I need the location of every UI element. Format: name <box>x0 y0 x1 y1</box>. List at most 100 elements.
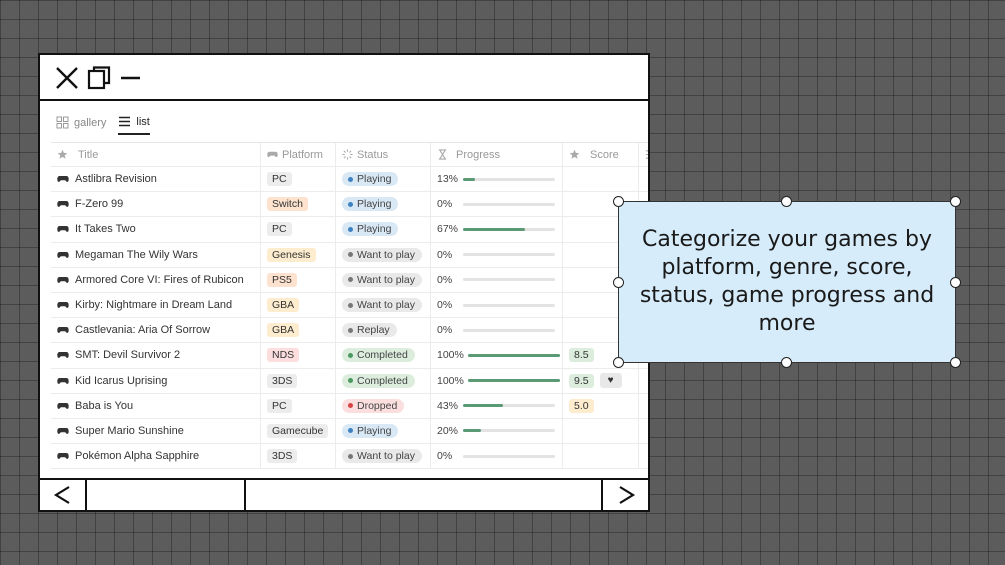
platform-cell[interactable]: 3DS <box>261 444 336 469</box>
title-cell[interactable]: F-Zero 99 <box>51 192 261 217</box>
platform-cell[interactable]: PS5 <box>261 267 336 292</box>
platform-cell[interactable]: 3DS <box>261 368 336 393</box>
status-cell[interactable]: Playing <box>336 167 431 192</box>
status-dot <box>348 327 353 333</box>
score-cell[interactable] <box>563 418 639 444</box>
status-cell[interactable]: Want to play <box>336 267 431 292</box>
prev-page-button[interactable] <box>40 480 87 510</box>
resize-handle[interactable] <box>613 357 624 368</box>
gamepad-icon <box>57 402 69 409</box>
table-row[interactable]: Kirby: Nightmare in Dream Land GBA Want to… <box>51 292 648 319</box>
table-row[interactable]: F-Zero 99 Switch Playing 0% <box>51 192 648 218</box>
progress-cell[interactable]: 20% <box>431 418 563 444</box>
platform-cell[interactable]: Genesis <box>261 242 336 267</box>
table-row[interactable]: Baba is You PC Dropped 43% 5.0 <box>51 393 648 419</box>
progress-cell[interactable]: 67% <box>431 217 563 242</box>
gamepad-icon <box>267 151 278 158</box>
status-cell[interactable]: Dropped <box>336 393 431 418</box>
title-cell[interactable]: Kid Icarus Uprising <box>51 368 261 393</box>
score-cell[interactable] <box>563 167 639 192</box>
title-cell[interactable]: Baba is You <box>51 393 261 418</box>
table-row[interactable]: Kid Icarus Uprising 3DS Completed 100% 9.5 ♥ <box>51 368 648 394</box>
title-cell[interactable]: Kirby: Nightmare in Dream Land <box>51 292 261 318</box>
status-cell[interactable]: Want to play <box>336 292 431 318</box>
platform-cell[interactable]: PC <box>261 393 336 418</box>
restore-icon[interactable] <box>86 65 112 91</box>
status-cell[interactable]: Want to play <box>336 444 431 469</box>
title-cell[interactable]: Super Mario Sunshine <box>51 418 261 444</box>
progress-cell[interactable]: 0% <box>431 192 563 217</box>
table-row[interactable]: SMT: Devil Survivor 2 NDS Completed 100% 8.5 <box>51 343 648 369</box>
status-cell[interactable]: Playing <box>336 192 431 217</box>
progress-cell[interactable]: 0% <box>431 242 563 267</box>
gamepad-icon <box>57 226 69 233</box>
title-cell[interactable]: Astlibra Revision <box>51 167 261 192</box>
platform-cell[interactable]: PC <box>261 217 336 242</box>
progress-cell[interactable]: 13% <box>431 167 563 192</box>
title-cell[interactable]: Pokémon Alpha Sapphire <box>51 444 261 469</box>
status-cell[interactable]: Want to play <box>336 242 431 267</box>
platform-cell[interactable]: Switch <box>261 192 336 217</box>
view-tab-gallery[interactable]: gallery <box>56 115 106 135</box>
progress-cell[interactable]: 43% <box>431 393 563 418</box>
minimize-icon[interactable] <box>118 65 144 91</box>
resize-handle[interactable] <box>950 277 961 288</box>
view-tabs: gallery list <box>56 115 150 135</box>
table-row[interactable]: Super Mario Sunshine Gamecube Playing 20% <box>51 418 648 445</box>
resize-handle[interactable] <box>613 196 624 207</box>
progress-cell[interactable]: 100% <box>431 368 563 393</box>
platform-cell[interactable]: PC <box>261 167 336 192</box>
gamepad-icon <box>57 176 69 183</box>
view-tab-list[interactable]: list <box>118 115 150 135</box>
games-table: Title Platform Status Progress Score Ast… <box>51 142 648 470</box>
progress-cell[interactable]: 0% <box>431 267 563 292</box>
status-cell[interactable]: Playing <box>336 217 431 242</box>
title-cell[interactable]: Armored Core VI: Fires of Rubicon <box>51 267 261 292</box>
resize-handle[interactable] <box>950 357 961 368</box>
score-badge: 8.5 <box>569 348 594 363</box>
resize-handle[interactable] <box>950 196 961 207</box>
status-cell[interactable]: Completed <box>336 368 431 393</box>
progress-cell[interactable]: 0% <box>431 444 563 469</box>
table-row[interactable]: Pokémon Alpha Sapphire 3DS Want to play 0% <box>51 444 648 470</box>
column-header-score[interactable]: Score <box>563 143 639 166</box>
title-cell[interactable]: SMT: Devil Survivor 2 <box>51 343 261 368</box>
score-cell[interactable]: 9.5 ♥ <box>563 368 639 393</box>
platform-cell[interactable]: NDS <box>261 343 336 368</box>
callout-textbox[interactable]: Categorize your games by platform, genre… <box>618 201 956 363</box>
title-cell[interactable]: It Takes Two <box>51 217 261 242</box>
table-row[interactable]: Astlibra Revision PC Playing 13% <box>51 167 648 193</box>
platform-cell[interactable]: GBA <box>261 292 336 318</box>
progress-cell[interactable]: 0% <box>431 292 563 318</box>
title-cell[interactable]: Megaman The Wily Wars <box>51 242 261 267</box>
platform-cell[interactable]: GBA <box>261 318 336 343</box>
progress-cell[interactable]: 100% <box>431 343 563 368</box>
platform-cell[interactable]: Gamecube <box>261 418 336 444</box>
column-header-platform[interactable]: Platform <box>261 143 336 166</box>
table-row[interactable]: It Takes Two PC Playing 67% <box>51 217 648 243</box>
close-icon[interactable] <box>54 65 80 91</box>
column-header-more[interactable] <box>639 143 648 166</box>
table-row[interactable]: Armored Core VI: Fires of Rubicon PS5 Want… <box>51 267 648 293</box>
table-row[interactable]: Megaman The Wily Wars Genesis Want to play… <box>51 242 648 268</box>
resize-handle[interactable] <box>781 357 792 368</box>
game-title: Castlevania: Aria Of Sorrow <box>75 324 211 337</box>
title-cell[interactable]: Castlevania: Aria Of Sorrow <box>51 318 261 343</box>
column-header-title[interactable]: Title <box>51 143 261 166</box>
table-row[interactable]: Castlevania: Aria Of Sorrow GBA Replay 0% <box>51 318 648 344</box>
resize-handle[interactable] <box>613 277 624 288</box>
platform-tag: PS5 <box>267 272 297 287</box>
resize-handle[interactable] <box>781 196 792 207</box>
progress-cell[interactable]: 0% <box>431 318 563 343</box>
progress-fill <box>467 353 560 357</box>
status-cell[interactable]: Completed <box>336 343 431 368</box>
status-dot <box>348 352 353 358</box>
score-cell[interactable] <box>563 444 639 469</box>
next-page-button[interactable] <box>603 480 648 510</box>
status-cell[interactable]: Playing <box>336 418 431 444</box>
column-header-status[interactable]: Status <box>336 143 431 166</box>
score-cell[interactable]: 5.0 <box>563 393 639 418</box>
status-cell[interactable]: Replay <box>336 318 431 343</box>
column-header-progress[interactable]: Progress <box>431 143 563 166</box>
status-spinner-icon <box>342 149 353 160</box>
